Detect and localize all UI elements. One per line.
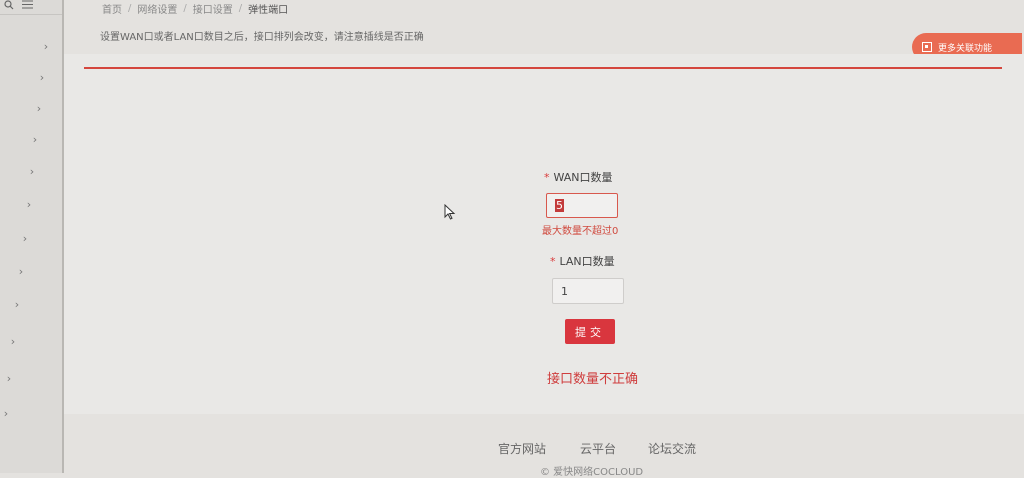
wan-count-input[interactable]: 5 bbox=[546, 193, 618, 218]
menu-icon[interactable] bbox=[18, 0, 36, 14]
lan-count-value: 1 bbox=[561, 284, 568, 298]
lan-count-input[interactable]: 1 bbox=[552, 278, 624, 304]
chevron-right-icon[interactable]: › bbox=[40, 40, 52, 53]
breadcrumb-current: 弹性端口 bbox=[248, 5, 289, 16]
sidebar-toolbar bbox=[0, 0, 62, 15]
breadcrumb-network[interactable]: 网络设置 bbox=[137, 1, 177, 16]
footer-link-official-site[interactable]: 官方网站 bbox=[498, 440, 546, 457]
chevron-right-icon[interactable]: › bbox=[3, 372, 15, 385]
search-icon[interactable] bbox=[0, 0, 18, 14]
mouse-cursor-icon bbox=[444, 204, 456, 220]
grid-icon bbox=[922, 42, 932, 52]
notice-text: 设置WAN口或者LAN口数目之后，接口排列会改变，请注意插线是否正确 bbox=[100, 32, 424, 43]
breadcrumb-separator: / bbox=[128, 3, 132, 14]
wan-count-error: 最大数量不超过0 bbox=[542, 226, 619, 237]
wan-count-label: * WAN口数量 bbox=[544, 169, 613, 185]
breadcrumb-home[interactable]: 首页 bbox=[102, 1, 122, 16]
chevron-right-icon[interactable]: › bbox=[29, 133, 41, 146]
breadcrumb-interface[interactable]: 接口设置 bbox=[193, 1, 233, 16]
copyright-text: © 爱快网络COCLOUD bbox=[540, 467, 644, 478]
more-functions-label: 更多关联功能 bbox=[938, 43, 993, 54]
chevron-right-icon[interactable]: › bbox=[23, 198, 35, 211]
chevron-right-icon[interactable]: › bbox=[7, 335, 19, 348]
chevron-right-icon[interactable]: › bbox=[19, 232, 31, 245]
result-message: 接口数量不正确 bbox=[547, 372, 639, 387]
wan-count-label-text: WAN口数量 bbox=[553, 171, 613, 184]
header-divider bbox=[84, 67, 1002, 69]
wan-count-value: 5 bbox=[555, 199, 564, 212]
chevron-right-icon[interactable]: › bbox=[26, 165, 38, 178]
chevron-right-icon[interactable]: › bbox=[15, 265, 27, 278]
chevron-right-icon[interactable]: › bbox=[36, 71, 48, 84]
footer-link-cloud-platform[interactable]: 云平台 bbox=[580, 440, 616, 457]
lan-count-label: * LAN口数量 bbox=[550, 253, 615, 269]
required-mark: * bbox=[550, 255, 556, 268]
required-mark: * bbox=[544, 171, 550, 184]
lan-count-label-text: LAN口数量 bbox=[559, 255, 615, 268]
sidebar: › › › › › › › › › › › › bbox=[0, 0, 64, 473]
breadcrumb-separator: / bbox=[183, 3, 187, 14]
breadcrumb: 首页 / 网络设置 / 接口设置 / 弹性端口 bbox=[102, 1, 288, 16]
breadcrumb-separator: / bbox=[238, 3, 243, 14]
chevron-right-icon[interactable]: › bbox=[11, 298, 23, 311]
submit-button[interactable]: 提交 bbox=[565, 319, 615, 344]
chevron-right-icon[interactable]: › bbox=[33, 102, 45, 115]
chevron-right-icon[interactable]: › bbox=[0, 407, 12, 420]
footer-link-forum[interactable]: 论坛交流 bbox=[648, 440, 696, 457]
